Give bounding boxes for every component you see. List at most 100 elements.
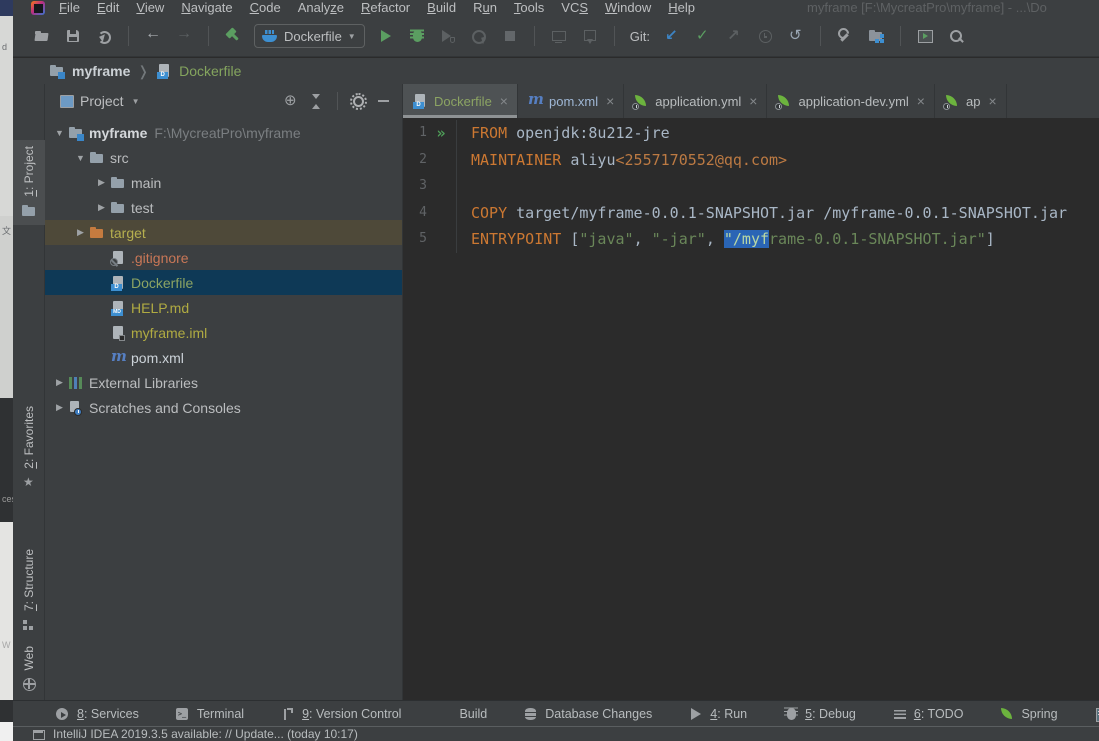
menu-view[interactable]: View xyxy=(136,0,164,16)
toolwindow-button-java-e[interactable]: Java E xyxy=(1094,706,1099,722)
stripe-item-1-project[interactable]: 1: Project xyxy=(13,140,45,225)
editor[interactable]: 1»FROM openjdk:8u212-jre2MAINTAINER aliy… xyxy=(403,118,1099,253)
toolwindow-button-5-debug[interactable]: 5: Debug xyxy=(783,706,856,722)
panel-settings-button[interactable] xyxy=(348,91,368,111)
breadcrumb-project[interactable]: myframe xyxy=(72,63,130,79)
stripe-item-7-structure[interactable]: 7: Structure xyxy=(13,543,45,639)
editor-area: Dockerfile×pom.xml×application.yml×appli… xyxy=(403,84,1099,700)
toolwindow-button-database-changes[interactable]: Database Changes xyxy=(523,706,652,722)
tree-row-test[interactable]: ▶test xyxy=(45,195,402,220)
close-icon[interactable]: × xyxy=(988,93,996,109)
menu-run[interactable]: Run xyxy=(473,0,497,16)
tab-dockerfile[interactable]: Dockerfile× xyxy=(403,84,518,118)
back-button[interactable] xyxy=(143,26,163,46)
debug-button[interactable] xyxy=(407,26,427,46)
build-project-button[interactable] xyxy=(223,26,243,46)
ide-window: d 文 ces W FileEditViewNavigateCodeAnalyz… xyxy=(0,0,1099,741)
menu-analyze[interactable]: Analyze xyxy=(298,0,344,16)
menu-help[interactable]: Help xyxy=(668,0,695,16)
run-anything-button[interactable] xyxy=(915,26,935,46)
toolwindow-button-terminal[interactable]: Terminal xyxy=(175,706,244,722)
line-number: 2 xyxy=(403,147,427,174)
menu-build[interactable]: Build xyxy=(427,0,456,16)
git-update-button[interactable] xyxy=(662,26,682,46)
tree-expand-icon[interactable]: ▶ xyxy=(51,377,68,388)
tree-row-external-libraries[interactable]: ▶External Libraries xyxy=(45,370,402,395)
toolwindow-button-6-todo[interactable]: 6: TODO xyxy=(892,706,964,722)
run-button[interactable] xyxy=(376,26,396,46)
tree-row-help-md[interactable]: HELP.md xyxy=(45,295,402,320)
toolwindow-button-8-services[interactable]: 8: Services xyxy=(55,706,139,722)
tree-expand-icon[interactable]: ▼ xyxy=(72,153,89,163)
project-structure-button[interactable] xyxy=(866,26,886,46)
tree-expand-icon[interactable]: ▶ xyxy=(51,402,68,413)
menu-window[interactable]: Window xyxy=(605,0,651,16)
run-icon xyxy=(378,28,394,44)
push-icon xyxy=(726,28,742,44)
menu-code[interactable]: Code xyxy=(250,0,281,16)
panel-title[interactable]: Project xyxy=(80,93,124,109)
tree-expand-icon[interactable]: ▶ xyxy=(93,177,110,188)
tab-application-yml[interactable]: application.yml× xyxy=(624,84,767,118)
run-config-select[interactable]: Dockerfile ▼ xyxy=(254,24,365,48)
git-commit-button[interactable] xyxy=(693,26,713,46)
hammer-s-icon xyxy=(437,706,453,722)
tree-row-dockerfile[interactable]: Dockerfile xyxy=(45,270,402,295)
close-icon[interactable]: × xyxy=(606,93,614,109)
tree-row-pom-xml[interactable]: pom.xml xyxy=(45,345,402,370)
code-line-1: 1»FROM openjdk:8u212-jre xyxy=(403,120,1099,147)
menu-tools[interactable]: Tools xyxy=(514,0,544,16)
tab-application-dev-yml[interactable]: application-dev.yml× xyxy=(767,84,935,118)
breadcrumb-file[interactable]: Dockerfile xyxy=(179,63,241,79)
tree-row-scratches-and-consoles[interactable]: ▶ Scratches and Consoles xyxy=(45,395,402,420)
tree-item-label: Scratches and Consoles xyxy=(89,400,241,416)
tab-ap[interactable]: ap× xyxy=(935,84,1007,118)
folder-icon xyxy=(89,150,105,166)
tree-row-gitignore[interactable]: .gitignore xyxy=(45,245,402,270)
debug-bug-icon xyxy=(409,28,425,44)
tab-pom-xml[interactable]: pom.xml× xyxy=(518,84,624,118)
toolwindow-button-build[interactable]: Build xyxy=(437,706,487,722)
tree-expand-icon[interactable]: ▶ xyxy=(93,202,110,213)
tree-row-target[interactable]: ▶target xyxy=(45,220,402,245)
toolwindow-button-spring[interactable]: Spring xyxy=(999,706,1057,722)
menu-vcs[interactable]: VCS xyxy=(561,0,588,16)
toolwindow-button-4-run[interactable]: 4: Run xyxy=(688,706,747,722)
git-rollback-button[interactable] xyxy=(786,26,806,46)
toolwindow-button-9-version-control[interactable]: 9: Version Control xyxy=(280,706,401,722)
tree-row-myframe-iml[interactable]: myframe.iml xyxy=(45,320,402,345)
search-everywhere-button[interactable] xyxy=(946,26,966,46)
stripe-label: 7: Structure xyxy=(22,549,36,611)
close-icon[interactable]: × xyxy=(917,93,925,109)
stripe-folder-icon xyxy=(21,203,37,219)
tree-row-src[interactable]: ▼src xyxy=(45,145,402,170)
stripe-item-web[interactable]: Web xyxy=(13,640,45,698)
save-button[interactable] xyxy=(63,26,83,46)
stripe-item-2-favorites[interactable]: 2: Favorites xyxy=(13,400,45,497)
menu-edit[interactable]: Edit xyxy=(97,0,119,16)
open-folder-icon xyxy=(34,28,50,44)
locate-file-button[interactable] xyxy=(281,91,301,111)
sync-button[interactable] xyxy=(94,26,114,46)
hide-panel-button[interactable] xyxy=(374,91,394,111)
settings-button[interactable] xyxy=(835,26,855,46)
tree-item-label: HELP.md xyxy=(131,300,189,316)
tree-expand-icon[interactable]: ▶ xyxy=(72,227,89,238)
menu-refactor[interactable]: Refactor xyxy=(361,0,410,16)
tree-row-main[interactable]: ▶main xyxy=(45,170,402,195)
open-button[interactable] xyxy=(32,26,52,46)
gutter: 1» xyxy=(403,120,457,147)
toolwindow-button-label: Build xyxy=(459,707,487,721)
menu-file[interactable]: File xyxy=(59,0,80,16)
close-icon[interactable]: × xyxy=(749,93,757,109)
collapse-all-button[interactable] xyxy=(307,91,327,111)
code-token: aliyu xyxy=(561,151,615,169)
chevron-down-icon[interactable]: ▼ xyxy=(132,97,140,106)
run-line-icon[interactable]: » xyxy=(427,120,455,147)
menu-navigate[interactable]: Navigate xyxy=(181,0,232,16)
close-icon[interactable]: × xyxy=(500,93,508,109)
gutter-spacer xyxy=(427,200,455,227)
tree-expand-icon[interactable]: ▼ xyxy=(51,128,68,138)
status-message[interactable]: IntelliJ IDEA 2019.3.5 available: // Upd… xyxy=(53,727,358,741)
tree-row-myframe[interactable]: ▼myframeF:\MycreatPro\myframe xyxy=(45,120,402,145)
